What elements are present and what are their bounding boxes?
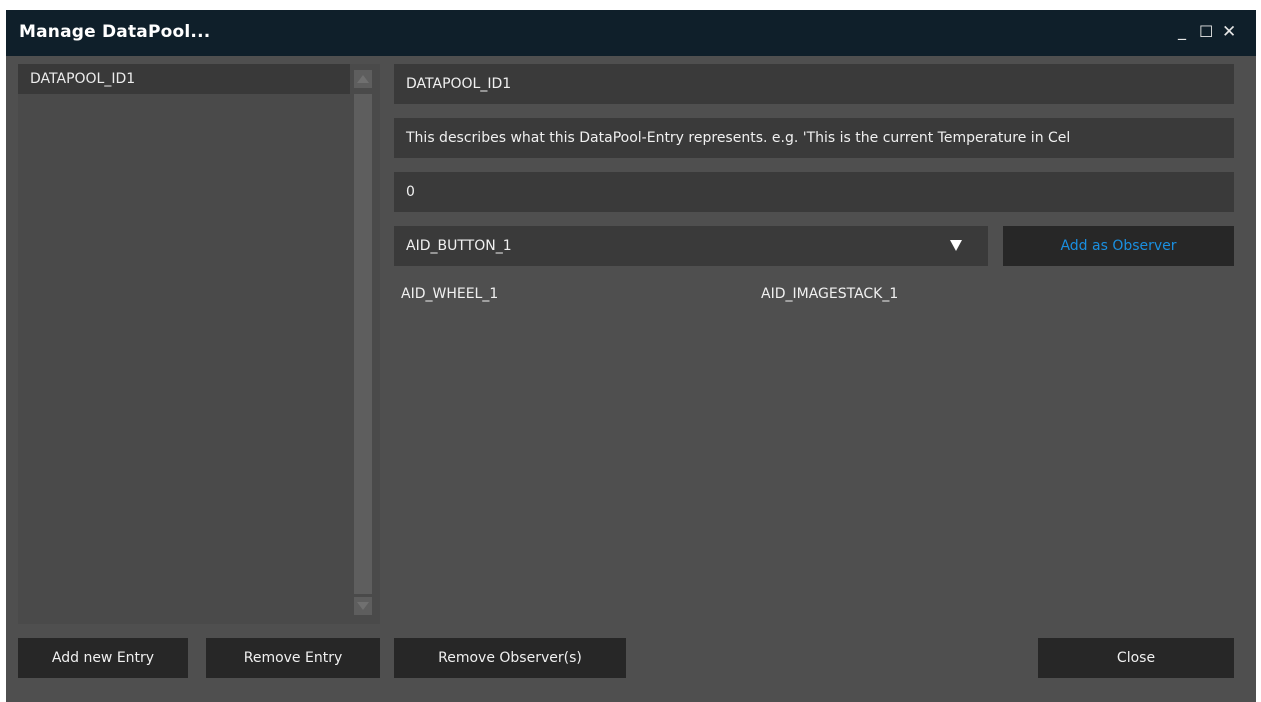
entry-value-field[interactable]: 0 [394,172,1234,212]
chevron-up-icon [357,75,369,83]
remove-observers-button[interactable]: Remove Observer(s) [394,638,626,678]
minimize-icon[interactable]: _ [1178,22,1186,40]
chevron-down-icon [357,602,369,610]
scroll-down-button[interactable] [354,597,372,615]
entry-name-field[interactable]: DATAPOOL_ID1 [394,64,1234,104]
entry-description-field[interactable]: This describes what this DataPool-Entry … [394,118,1234,158]
scrollbar-thumb[interactable] [354,94,372,594]
scroll-up-button[interactable] [354,70,372,88]
dialog-title: Manage DataPool... [19,22,211,42]
observer-select[interactable]: AID_BUTTON_1 [394,226,988,266]
datapool-entry-list[interactable]: DATAPOOL_ID1 [18,64,380,624]
observer-item[interactable]: AID_WHEEL_1 [401,286,498,302]
add-as-observer-button[interactable]: Add as Observer [1003,226,1234,266]
observer-item[interactable]: AID_IMAGESTACK_1 [761,286,898,302]
close-icon[interactable]: ✕ [1222,23,1236,41]
add-new-entry-button[interactable]: Add new Entry [18,638,188,678]
remove-entry-button[interactable]: Remove Entry [206,638,380,678]
dropdown-arrow-icon[interactable] [950,240,962,251]
maximize-icon[interactable]: ☐ [1199,23,1213,41]
title-bar[interactable]: Manage DataPool... _ ☐ ✕ [6,10,1256,56]
list-item[interactable]: DATAPOOL_ID1 [18,64,350,94]
close-button[interactable]: Close [1038,638,1234,678]
